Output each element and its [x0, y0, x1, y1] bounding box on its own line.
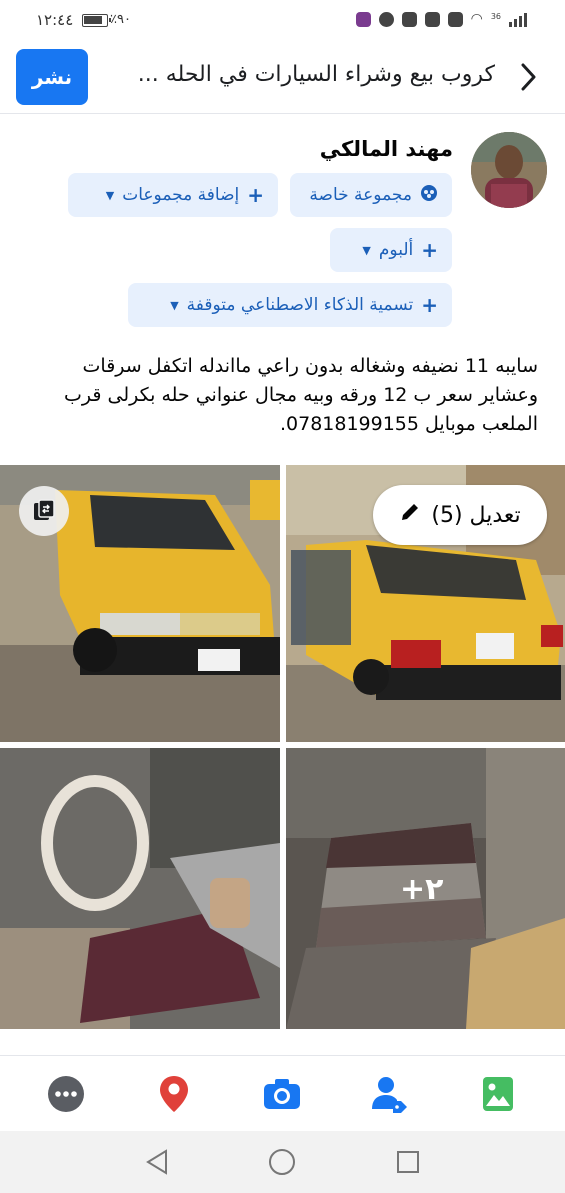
ai-label-text: تسمية الذكاء الاصطناعي متوقفة: [186, 295, 414, 315]
battery-icon: [82, 14, 111, 27]
more-icon[interactable]: [46, 1074, 86, 1114]
location-pin-icon[interactable]: [154, 1074, 194, 1114]
edit-photos-label: تعديل (5): [431, 502, 521, 528]
group-icon: [420, 184, 438, 207]
caret-down-icon: ▼: [170, 298, 179, 312]
post-button[interactable]: نشر: [16, 49, 88, 105]
plus-icon: +: [421, 293, 438, 317]
app-notification-icon: [355, 12, 371, 27]
group-title: كروب بيع وشراء السيارات في الحله ...: [137, 62, 495, 87]
battery-percent: ٪٩٠: [110, 12, 131, 27]
photo-icon[interactable]: [478, 1074, 518, 1114]
nav-recents-icon[interactable]: [393, 1147, 423, 1177]
private-group-label: مجموعة خاصة: [309, 185, 412, 205]
swap-photo-icon[interactable]: [19, 486, 69, 536]
edit-photos-button[interactable]: تعديل (5): [373, 485, 547, 545]
mail-notification-icon: [447, 12, 463, 27]
album-label: ألبوم: [378, 240, 414, 260]
avatar: [471, 132, 547, 208]
back-arrow-icon[interactable]: [517, 62, 539, 92]
private-group-chip[interactable]: مجموعة خاصة: [290, 173, 452, 217]
author-name: مهند المالكي: [319, 137, 453, 161]
pencil-icon: [399, 501, 421, 529]
nav-home-icon[interactable]: [267, 1147, 297, 1177]
ai-label-chip[interactable]: + تسمية الذكاء الاصطناعي متوقفة ▼: [128, 283, 452, 327]
nav-back-icon[interactable]: [142, 1147, 172, 1177]
post-text[interactable]: سايبه 11 نضيفه وشغاله بدون راعي مااندله …: [30, 352, 538, 439]
photo-front-interior[interactable]: [0, 748, 280, 1029]
more-photos-count[interactable]: +٢: [400, 872, 443, 907]
composer-toolbar: [0, 1055, 565, 1131]
signal-icon: [509, 12, 527, 27]
composer-header: نشر كروب بيع وشراء السيارات في الحله ...: [0, 44, 565, 114]
caret-down-icon: ▼: [105, 188, 115, 202]
add-groups-chip[interactable]: + إضافة مجموعات ▼: [68, 173, 278, 217]
chat-notification-icon: [378, 12, 394, 27]
add-groups-label: إضافة مجموعات: [122, 185, 240, 205]
status-bar: ١٢:٤٤ ٪٩٠ ◠ 36: [0, 0, 565, 44]
plus-icon: +: [247, 183, 264, 207]
status-icons: ◠ 36: [355, 11, 527, 27]
status-time: ١٢:٤٤: [36, 11, 74, 29]
camera-icon[interactable]: [262, 1074, 302, 1114]
network-type: 36: [490, 12, 501, 21]
wifi-icon: ◠: [470, 11, 483, 27]
app-notification-icon: [401, 12, 417, 27]
tag-people-icon[interactable]: [370, 1074, 410, 1114]
caret-down-icon: ▼: [362, 243, 371, 257]
album-chip[interactable]: + ألبوم ▼: [330, 228, 452, 272]
youtube-notification-icon: [424, 12, 440, 27]
plus-icon: +: [421, 238, 438, 262]
system-nav-bar: [0, 1131, 565, 1193]
